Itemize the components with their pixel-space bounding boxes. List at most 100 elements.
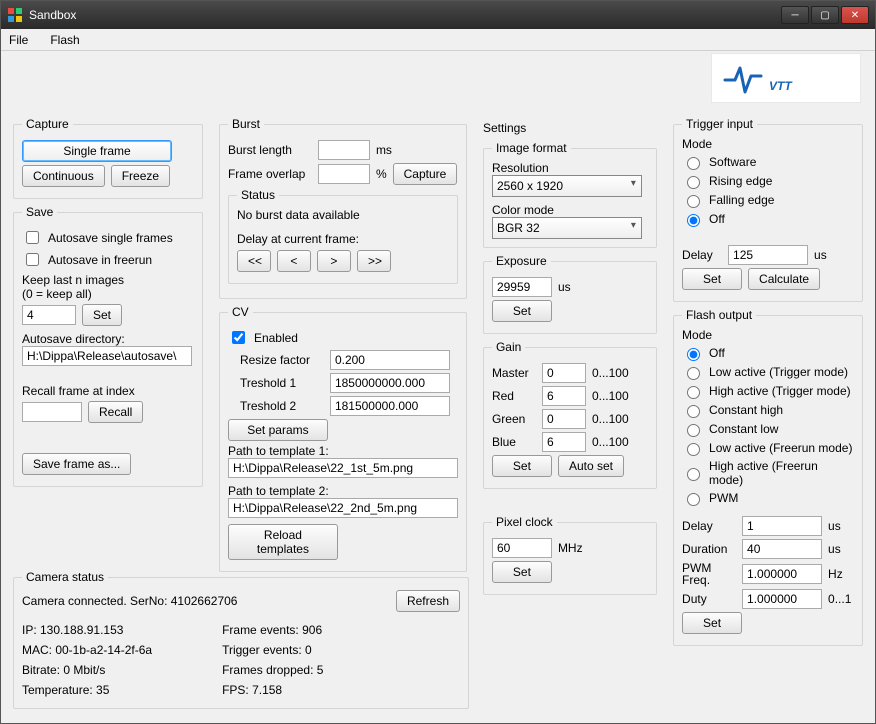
path1-input[interactable]: [228, 458, 458, 478]
pixel-clock-set-button[interactable]: Set: [492, 561, 552, 583]
save-group: Save Autosave single frames Autosave in …: [13, 205, 203, 487]
capture-group: Capture Single frame Continuous Freeze: [13, 117, 203, 199]
gain-range-4: 0...100: [592, 435, 629, 449]
pixel-clock-input[interactable]: [492, 538, 552, 558]
frame-overlap-input[interactable]: [318, 164, 370, 184]
trigger-software-radio[interactable]: [687, 157, 700, 170]
recall-index-input[interactable]: [22, 402, 82, 422]
autosave-freerun-checkbox[interactable]: [26, 253, 39, 266]
flash-delay-input[interactable]: [742, 516, 822, 536]
keep-set-button[interactable]: Set: [82, 304, 122, 326]
gain-green-label: Green: [492, 412, 536, 426]
flash-low-free-radio[interactable]: [687, 443, 700, 456]
resize-factor-input[interactable]: [330, 350, 450, 370]
flash-high-trig-radio[interactable]: [687, 386, 700, 399]
trigger-rising-radio[interactable]: [687, 176, 700, 189]
gain-group: Gain Master0...100 Red0...100 Green0...1…: [483, 340, 657, 489]
menu-flash[interactable]: Flash: [46, 31, 83, 49]
gain-red-input[interactable]: [542, 386, 586, 406]
flash-set-button[interactable]: Set: [682, 612, 742, 634]
gain-blue-label: Blue: [492, 435, 536, 449]
autosave-dir-input[interactable]: [22, 346, 192, 366]
freeze-button[interactable]: Freeze: [111, 165, 170, 187]
save-frame-as-button[interactable]: Save frame as...: [22, 453, 131, 475]
titlebar: Sandbox ─ ▢ ✕: [1, 1, 875, 29]
burst-nav-next-button[interactable]: >: [317, 250, 351, 272]
maximize-button[interactable]: ▢: [811, 6, 839, 24]
trigger-delay-input[interactable]: [728, 245, 808, 265]
cv-enabled-checkbox[interactable]: [232, 331, 245, 344]
gain-autoset-button[interactable]: Auto set: [558, 455, 624, 477]
burst-length-label: Burst length: [228, 143, 312, 157]
gain-green-input[interactable]: [542, 409, 586, 429]
exposure-group: Exposure us Set: [483, 254, 657, 334]
camera-frame-events: Frame events: 906: [222, 620, 323, 640]
camera-trigger-events: Trigger events: 0: [222, 640, 323, 660]
trigger-falling-radio[interactable]: [687, 195, 700, 208]
gain-legend: Gain: [492, 340, 525, 354]
flash-high-free-label: High active (Freerun mode): [709, 459, 854, 487]
camera-ip: IP: 130.188.91.153: [22, 620, 152, 640]
refresh-button[interactable]: Refresh: [396, 590, 460, 612]
trigger-calculate-button[interactable]: Calculate: [748, 268, 820, 290]
burst-length-input[interactable]: [318, 140, 370, 160]
recall-button[interactable]: Recall: [88, 401, 143, 423]
flash-low-free-label: Low active (Freerun mode): [709, 441, 852, 455]
continuous-button[interactable]: Continuous: [22, 165, 105, 187]
burst-nav-first-button[interactable]: <<: [237, 250, 271, 272]
burst-nav-prev-button[interactable]: <: [277, 250, 311, 272]
burst-nav-last-button[interactable]: >>: [357, 250, 391, 272]
window-title: Sandbox: [29, 8, 76, 22]
menu-file[interactable]: File: [5, 31, 32, 49]
cv-group: CV Enabled Resize factor Treshold 1 Tres…: [219, 305, 467, 572]
save-legend: Save: [22, 205, 57, 219]
burst-delay-label: Delay at current frame:: [237, 232, 449, 246]
resolution-select[interactable]: 2560 x 1920: [492, 175, 642, 197]
threshold1-input[interactable]: [330, 373, 450, 393]
threshold2-input[interactable]: [330, 396, 450, 416]
flash-duty-input[interactable]: [742, 589, 822, 609]
close-button[interactable]: ✕: [841, 6, 869, 24]
trigger-software-label: Software: [709, 155, 756, 169]
exposure-set-button[interactable]: Set: [492, 300, 552, 322]
flash-pwm-radio[interactable]: [687, 493, 700, 506]
frame-overlap-label: Frame overlap: [228, 167, 312, 181]
reload-templates-button[interactable]: Reload templates: [228, 524, 338, 560]
burst-group: Burst Burst length ms Frame overlap % Ca…: [219, 117, 467, 299]
trigger-mode-label: Mode: [682, 137, 854, 151]
keep-n-input[interactable]: [22, 305, 76, 325]
trigger-off-radio[interactable]: [687, 214, 700, 227]
camera-bitrate: Bitrate: 0 Mbit/s: [22, 660, 152, 680]
color-mode-select[interactable]: BGR 32: [492, 217, 642, 239]
flash-off-label: Off: [709, 346, 725, 360]
path1-label: Path to template 1:: [228, 444, 458, 458]
trigger-delay-unit: us: [814, 248, 827, 262]
flash-const-low-radio[interactable]: [687, 424, 700, 437]
autosave-freerun-label: Autosave in freerun: [48, 253, 152, 267]
path2-input[interactable]: [228, 498, 458, 518]
resize-factor-label: Resize factor: [240, 353, 324, 367]
flash-pwmfreq-input[interactable]: [742, 564, 822, 584]
camera-connected-text: Camera connected. SerNo: 4102662706: [22, 594, 237, 608]
settings-legend: Settings: [483, 121, 657, 135]
gain-blue-input[interactable]: [542, 432, 586, 452]
minimize-button[interactable]: ─: [781, 6, 809, 24]
gain-master-input[interactable]: [542, 363, 586, 383]
trigger-set-button[interactable]: Set: [682, 268, 742, 290]
gain-set-button[interactable]: Set: [492, 455, 552, 477]
burst-status-group: Status No burst data available Delay at …: [228, 188, 458, 284]
flash-const-high-radio[interactable]: [687, 405, 700, 418]
flash-high-free-radio[interactable]: [687, 468, 700, 481]
pixel-clock-group: Pixel clock MHz Set: [483, 515, 657, 595]
flash-duration-input[interactable]: [742, 539, 822, 559]
flash-off-radio[interactable]: [687, 348, 700, 361]
keep-n-label: Keep last n images (0 = keep all): [22, 273, 194, 301]
flash-const-high-label: Constant high: [709, 403, 783, 417]
single-frame-button[interactable]: Single frame: [22, 140, 172, 162]
flash-duty-label: Duty: [682, 592, 736, 606]
exposure-input[interactable]: [492, 277, 552, 297]
autosave-single-checkbox[interactable]: [26, 231, 39, 244]
flash-low-trig-radio[interactable]: [687, 367, 700, 380]
burst-capture-button[interactable]: Capture: [393, 163, 458, 185]
set-params-button[interactable]: Set params: [228, 419, 328, 441]
